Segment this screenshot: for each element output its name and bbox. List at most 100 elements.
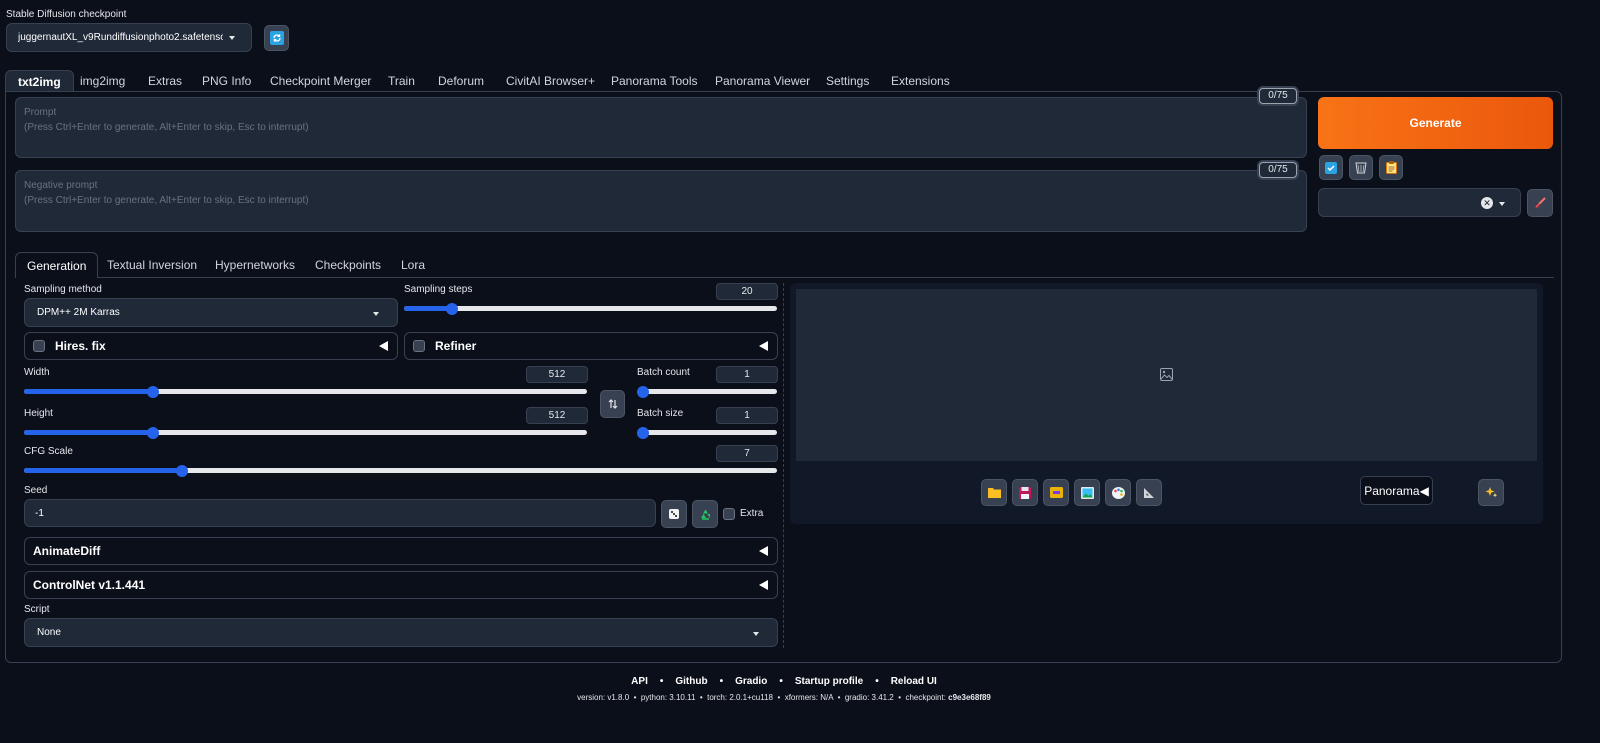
clear-prompt-button[interactable] — [1349, 155, 1373, 180]
styles-dropdown[interactable]: ✕ — [1318, 188, 1521, 217]
dice-icon — [669, 509, 679, 519]
slider-thumb[interactable] — [637, 385, 649, 398]
cfg-scale-input[interactable]: 7 — [716, 445, 778, 462]
checkpoint-label: Stable Diffusion checkpoint — [6, 9, 127, 20]
tab-deforum[interactable]: Deforum — [438, 70, 484, 92]
refiner-accordion[interactable]: Refiner — [404, 332, 778, 360]
triangle-left-icon — [379, 341, 388, 351]
width-input[interactable]: 512 — [526, 366, 588, 383]
tab-checkpoints[interactable]: Checkpoints — [315, 252, 381, 278]
slider-thumb[interactable] — [446, 302, 459, 315]
tab-generation[interactable]: Generation — [15, 252, 99, 278]
swap-dimensions-button[interactable] — [600, 390, 625, 418]
hires-fix-accordion[interactable]: Hires. fix — [24, 332, 398, 360]
batch-size-input[interactable]: 1 — [716, 407, 778, 424]
show-extra-networks-button[interactable] — [1319, 155, 1343, 180]
footer-link-api[interactable]: API — [631, 676, 648, 687]
negative-prompt-textarea[interactable]: Negative prompt (Press Ctrl+Enter to gen… — [15, 170, 1307, 232]
slider-thumb[interactable] — [147, 385, 160, 398]
image-placeholder-icon — [1160, 368, 1173, 381]
footer-separator: • — [719, 676, 724, 687]
version-text: version: v1.8.0 • python: 3.10.11 • torc… — [577, 693, 949, 702]
checkpoint-dropdown[interactable]: juggernautXL_v9Rundiffusionphoto2.safete… — [6, 23, 252, 52]
tab-settings[interactable]: Settings — [826, 70, 869, 92]
footer-separator: • — [659, 676, 664, 687]
footer-link-gradio[interactable]: Gradio — [735, 676, 767, 687]
tab-extensions[interactable]: Extensions — [891, 70, 950, 92]
negative-prompt-placeholder: (Press Ctrl+Enter to generate, Alt+Enter… — [24, 195, 309, 206]
send-to-inpaint-button[interactable] — [1105, 479, 1131, 506]
tab-civitai-browser[interactable]: CivitAI Browser+ — [506, 70, 595, 92]
footer-link-startup-profile[interactable]: Startup profile — [795, 676, 863, 687]
controlnet-accordion[interactable]: ControlNet v1.1.441 — [24, 571, 778, 599]
batch-size-slider[interactable] — [637, 426, 777, 439]
footer-separator: • — [779, 676, 783, 687]
seed-input[interactable]: -1 — [24, 499, 656, 527]
tab-train[interactable]: Train — [388, 70, 415, 92]
slider-thumb[interactable] — [176, 464, 189, 477]
tab-png-info[interactable]: PNG Info — [202, 70, 251, 92]
footer-links: API • Github • Gradio • Startup profile … — [0, 676, 1568, 687]
footer-separator: • — [875, 676, 879, 687]
script-label: Script — [24, 604, 50, 615]
sampling-steps-slider[interactable] — [404, 302, 777, 315]
palette-icon — [1111, 486, 1125, 499]
height-input[interactable]: 512 — [526, 407, 588, 424]
image-gallery[interactable] — [796, 289, 1537, 461]
height-label: Height — [24, 408, 53, 419]
brush-icon — [1535, 197, 1546, 208]
prompt-textarea[interactable]: Prompt (Press Ctrl+Enter to generate, Al… — [15, 97, 1307, 158]
cfg-scale-label: CFG Scale — [24, 446, 73, 457]
recycle-icon — [700, 509, 710, 520]
slider-thumb[interactable] — [147, 426, 160, 439]
column-divider — [783, 283, 784, 648]
edit-styles-button[interactable] — [1527, 189, 1553, 217]
animatediff-label: AnimateDiff — [33, 544, 101, 558]
trash-icon — [1355, 162, 1367, 174]
width-slider[interactable] — [24, 385, 587, 398]
tab-textual-inversion[interactable]: Textual Inversion — [107, 252, 197, 278]
send-to-extras-button[interactable] — [1136, 479, 1162, 506]
footer-link-github[interactable]: Github — [675, 676, 707, 687]
tab-img2img[interactable]: img2img — [80, 70, 125, 92]
cfg-scale-slider[interactable] — [24, 464, 777, 477]
save-zip-button[interactable] — [1043, 479, 1069, 506]
paste-styles-button[interactable] — [1379, 155, 1403, 180]
slider-thumb[interactable] — [637, 426, 649, 439]
open-folder-button[interactable] — [981, 479, 1007, 506]
extra-seed-checkbox[interactable] — [723, 508, 735, 520]
footer-link-reload-ui[interactable]: Reload UI — [891, 676, 937, 687]
sampling-method-dropdown[interactable]: DPM++ 2M Karras — [24, 298, 398, 327]
sparkles-icon — [1485, 487, 1497, 498]
reuse-seed-button[interactable] — [692, 500, 718, 528]
tab-panorama-viewer[interactable]: Panorama Viewer — [715, 70, 810, 92]
tab-panorama-tools[interactable]: Panorama Tools — [611, 70, 698, 92]
generate-button[interactable]: Generate — [1318, 97, 1553, 149]
sampling-method-value: DPM++ 2M Karras — [37, 307, 120, 318]
refresh-checkpoint-button[interactable] — [264, 25, 289, 51]
random-seed-button[interactable] — [661, 500, 687, 528]
negative-prompt-token-counter: 0/75 — [1259, 162, 1297, 178]
sparkle-button[interactable] — [1478, 479, 1504, 506]
clear-icon[interactable]: ✕ — [1481, 197, 1493, 209]
chevron-down-icon — [753, 632, 759, 636]
panorama-button[interactable]: Panorama◀ — [1360, 476, 1433, 505]
tab-hypernetworks[interactable]: Hypernetworks — [215, 252, 295, 278]
animatediff-accordion[interactable]: AnimateDiff — [24, 537, 778, 565]
batch-count-slider[interactable] — [637, 385, 777, 398]
save-button[interactable] — [1012, 479, 1038, 506]
height-slider[interactable] — [24, 426, 587, 439]
hires-fix-checkbox[interactable] — [33, 340, 45, 352]
tab-txt2img[interactable]: txt2img — [5, 70, 74, 92]
clipboard-icon — [1385, 161, 1397, 174]
chevron-down-icon — [373, 312, 379, 316]
hires-fix-label: Hires. fix — [55, 339, 106, 353]
tab-lora[interactable]: Lora — [401, 252, 425, 278]
batch-count-input[interactable]: 1 — [716, 366, 778, 383]
tab-checkpoint-merger[interactable]: Checkpoint Merger — [270, 70, 371, 92]
tab-extras[interactable]: Extras — [148, 70, 182, 92]
script-dropdown[interactable]: None — [24, 618, 778, 647]
sampling-steps-input[interactable]: 20 — [716, 283, 778, 300]
send-to-img2img-button[interactable] — [1074, 479, 1100, 506]
refiner-checkbox[interactable] — [413, 340, 425, 352]
